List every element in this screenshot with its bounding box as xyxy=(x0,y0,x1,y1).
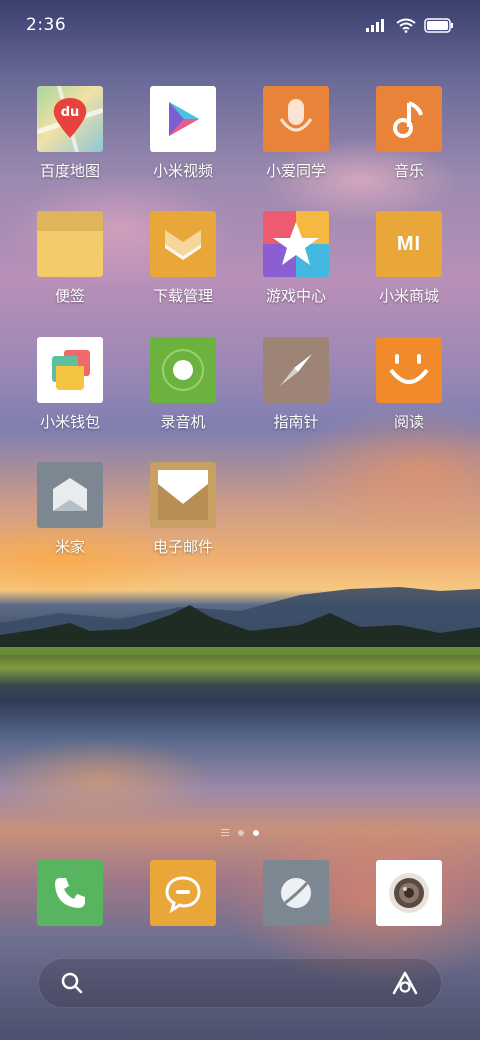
app-mijia[interactable]: 米家 xyxy=(20,462,120,557)
app-label: 便签 xyxy=(54,287,85,305)
browser-icon[interactable] xyxy=(263,860,329,926)
app-game-center[interactable]: 游戏中心 xyxy=(246,211,346,306)
status-icons xyxy=(366,17,454,33)
app-download-manager[interactable]: 下载管理 xyxy=(133,211,233,306)
page-dot-2-active[interactable] xyxy=(253,829,259,836)
app-baidu-map[interactable]: du 百度地图 xyxy=(20,86,120,181)
baidu-map-icon[interactable]: du xyxy=(37,86,103,152)
dock-phone[interactable] xyxy=(20,860,120,926)
baidu-map-du-text: du xyxy=(60,105,80,120)
app-mi-video[interactable]: 小米视频 xyxy=(133,86,233,181)
dock-messages[interactable] xyxy=(133,860,233,926)
search-bar[interactable] xyxy=(38,958,442,1008)
page-indicator[interactable] xyxy=(0,829,480,836)
app-label: 小米视频 xyxy=(152,162,213,180)
app-reader[interactable]: 阅读 xyxy=(359,337,459,432)
signal-icon xyxy=(366,19,384,32)
app-label: 电子邮件 xyxy=(152,538,213,556)
messages-icon[interactable] xyxy=(150,860,216,926)
app-label: 录音机 xyxy=(160,413,206,431)
mi-wallet-icon[interactable] xyxy=(37,337,103,403)
app-music[interactable]: 音乐 xyxy=(359,86,459,181)
app-label: 下载管理 xyxy=(152,287,213,305)
app-label: 指南针 xyxy=(273,413,319,431)
search-icon[interactable] xyxy=(61,972,83,994)
compass-icon[interactable] xyxy=(263,337,329,403)
phone-icon[interactable] xyxy=(37,860,103,926)
mijia-icon[interactable] xyxy=(37,462,103,528)
notes-icon[interactable] xyxy=(37,211,103,277)
app-label: 阅读 xyxy=(393,413,424,431)
mountain-silhouette xyxy=(0,587,480,655)
app-compass[interactable]: 指南针 xyxy=(246,337,346,432)
battery-icon xyxy=(424,17,453,33)
game-center-icon[interactable] xyxy=(263,211,329,277)
app-xiaoai[interactable]: 小爱同学 xyxy=(246,86,346,181)
download-manager-icon[interactable] xyxy=(150,211,216,277)
camera-icon[interactable] xyxy=(376,860,442,926)
status-bar: 2:36 xyxy=(0,0,480,50)
recorder-icon[interactable] xyxy=(150,337,216,403)
email-icon[interactable] xyxy=(150,462,216,528)
app-label: 小爱同学 xyxy=(265,162,326,180)
xiaoai-icon[interactable] xyxy=(263,86,329,152)
reader-icon[interactable] xyxy=(376,337,442,403)
dock-camera[interactable] xyxy=(359,860,459,926)
page-dot-1[interactable] xyxy=(238,829,244,836)
app-label: 音乐 xyxy=(393,162,424,180)
app-notes[interactable]: 便签 xyxy=(20,211,120,306)
app-label: 游戏中心 xyxy=(265,287,326,305)
status-time: 2:36 xyxy=(26,15,67,35)
app-email[interactable]: 电子邮件 xyxy=(133,462,233,557)
app-recorder[interactable]: 录音机 xyxy=(133,337,233,432)
mi-video-icon[interactable] xyxy=(150,86,216,152)
app-label: 小米钱包 xyxy=(39,413,100,431)
page-indicator-menu-icon[interactable] xyxy=(221,829,229,836)
mi-store-logo-text: MI xyxy=(396,232,422,255)
dock-browser[interactable] xyxy=(246,860,346,926)
app-label: 小米商城 xyxy=(378,287,439,305)
app-mi-wallet[interactable]: 小米钱包 xyxy=(20,337,120,432)
app-label: 米家 xyxy=(54,538,85,556)
music-icon[interactable] xyxy=(376,86,442,152)
mi-store-icon[interactable]: MI xyxy=(376,211,442,277)
app-mi-store[interactable]: MI 小米商城 xyxy=(359,211,459,306)
app-label: 百度地图 xyxy=(39,162,100,180)
xiaoai-assistant-icon[interactable] xyxy=(391,970,419,996)
wifi-icon xyxy=(396,18,416,33)
